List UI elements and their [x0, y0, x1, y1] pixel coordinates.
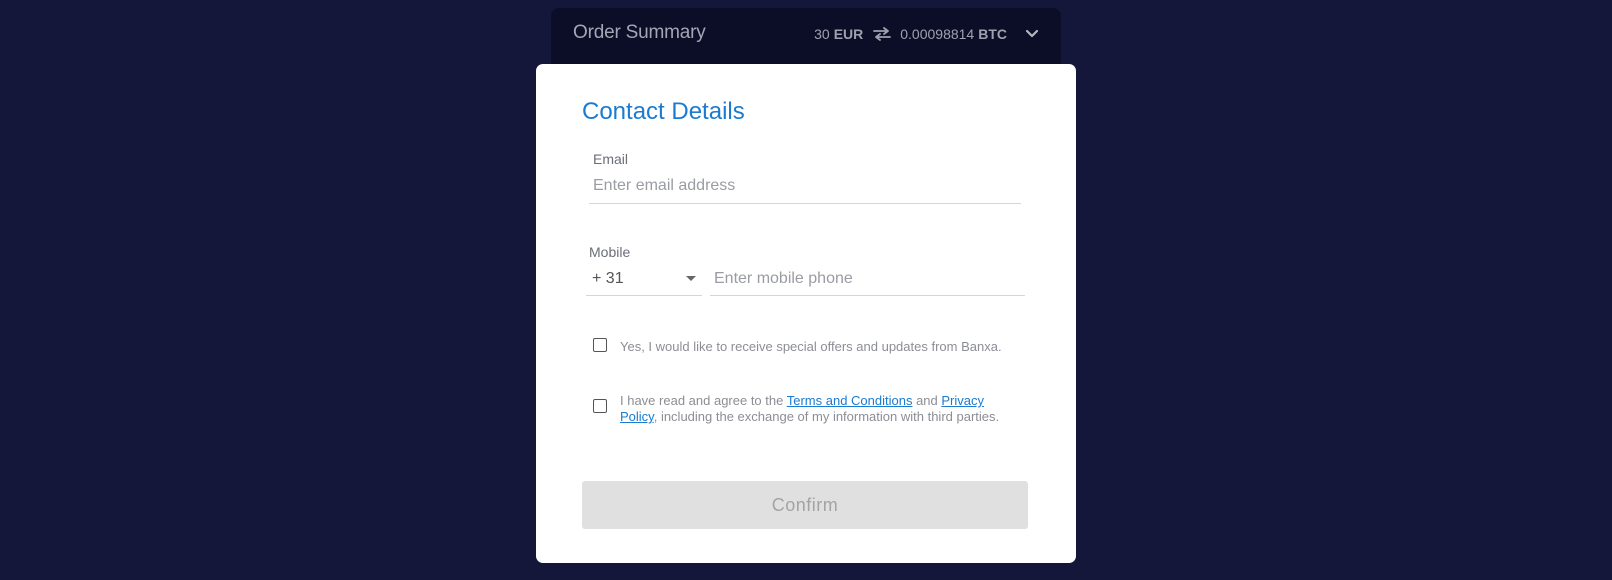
mobile-phone-input[interactable]	[710, 262, 1025, 296]
country-code-select[interactable]: + 31	[586, 262, 702, 296]
confirm-button[interactable]: Confirm	[582, 481, 1028, 529]
country-code-value: + 31	[592, 269, 624, 287]
fiat-amount: 30	[814, 26, 830, 42]
contact-details-title: Contact Details	[582, 98, 745, 125]
crypto-amount: 0.00098814	[900, 26, 975, 42]
terms-text-after: , including the exchange of my informati…	[653, 409, 1000, 424]
terms-checkbox[interactable]	[593, 399, 607, 413]
order-summary-title: Order Summary	[573, 22, 706, 43]
mobile-label: Mobile	[589, 244, 631, 260]
email-label: Email	[593, 151, 629, 167]
terms-text-before: I have read and agree to the	[620, 393, 787, 408]
offers-checkbox-label: Yes, I would like to receive special off…	[620, 339, 1002, 354]
offers-checkbox[interactable]	[593, 338, 607, 352]
chevron-down-icon[interactable]	[1025, 29, 1039, 39]
order-summary-amounts: 30 EUR 0.00098814 BTC	[814, 22, 1039, 42]
fiat-currency: EUR	[833, 26, 864, 42]
contact-details-card: Contact Details Email Mobile + 31 Yes, I…	[536, 64, 1076, 563]
terms-and-conditions-link[interactable]: Terms and Conditions	[787, 393, 913, 408]
terms-checkbox-label: I have read and agree to the Terms and C…	[620, 393, 1020, 425]
swap-arrows-icon	[873, 27, 892, 41]
email-input[interactable]	[589, 169, 1021, 204]
caret-down-icon	[686, 275, 696, 282]
order-summary-bar[interactable]: Order Summary 30 EUR 0.00098814 BTC	[551, 8, 1061, 71]
terms-text-middle: and	[912, 393, 942, 408]
crypto-currency: BTC	[978, 26, 1007, 42]
